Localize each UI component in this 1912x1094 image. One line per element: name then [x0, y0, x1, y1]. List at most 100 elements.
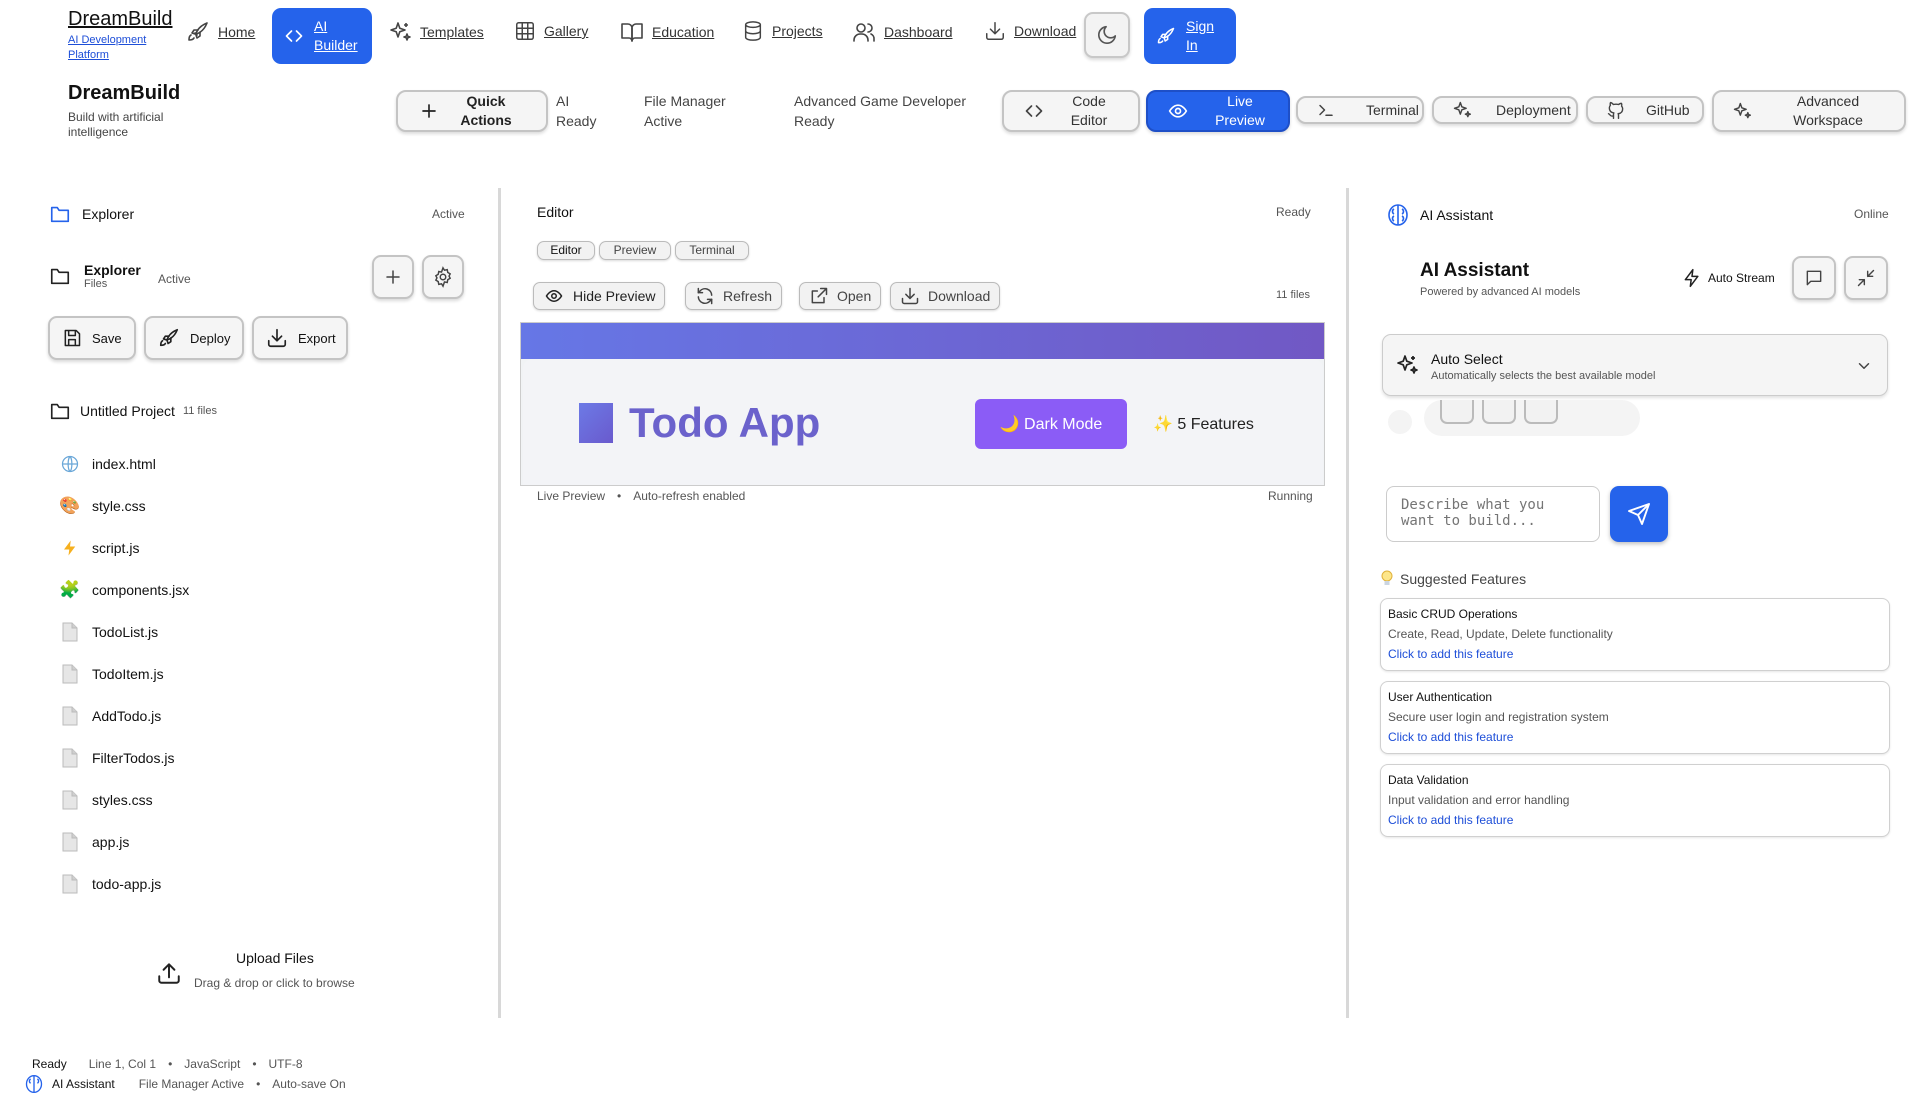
file-name: script.js	[92, 540, 140, 556]
upload-dropzone[interactable]: Upload Files Drag & drop or click to bro…	[156, 950, 406, 998]
code-editor-button[interactable]: Code Editor	[1002, 90, 1140, 132]
file-icon	[58, 746, 82, 770]
nav-projects[interactable]: Projects	[742, 20, 823, 42]
assistant-status: Online	[1854, 207, 1889, 221]
file-item[interactable]: TodoList.js	[58, 620, 158, 644]
ai-status-value: Ready	[556, 113, 597, 129]
separator-dot: •	[252, 1057, 257, 1071]
chat-icon	[1804, 268, 1824, 288]
status-file-manager: File Manager Active	[138, 1077, 245, 1091]
status-position: Line 1, Col 1	[88, 1057, 157, 1071]
hide-preview-button[interactable]: Hide Preview	[533, 282, 666, 310]
assistant-title: AI Assistant	[1420, 207, 1494, 223]
new-file-button[interactable]	[372, 255, 414, 299]
file-item[interactable]: FilterTodos.js	[58, 746, 174, 770]
feature-card[interactable]: Data Validation Input validation and err…	[1380, 764, 1890, 837]
file-name: TodoItem.js	[92, 666, 164, 682]
file-item[interactable]: app.js	[58, 830, 129, 854]
feature-title: User Authentication	[1388, 690, 1493, 704]
eye-icon	[543, 287, 565, 305]
deployment-button[interactable]: Deployment	[1432, 96, 1578, 124]
tab-terminal[interactable]: Terminal	[675, 241, 749, 260]
editor-status: Ready	[1276, 205, 1311, 219]
preview-footer-mid: Auto-refresh enabled	[633, 489, 746, 503]
export-button[interactable]: Export	[252, 316, 348, 360]
live-preview-button[interactable]: Live Preview	[1146, 90, 1290, 132]
preview-download-button[interactable]: Download	[890, 282, 1001, 310]
workspace-header: DreamBuild Build with artificial intelli…	[68, 82, 188, 140]
feature-cta[interactable]: Click to add this feature	[1388, 730, 1889, 744]
file-icon	[58, 662, 82, 686]
project-header[interactable]: Untitled Project 11 files	[48, 400, 217, 422]
send-button[interactable]	[1610, 486, 1668, 542]
brand-title[interactable]: DreamBuild	[68, 8, 172, 31]
auto-stream-toggle[interactable]: Auto Stream	[1682, 267, 1775, 289]
tab-editor[interactable]: Editor	[537, 241, 595, 260]
file-name: todo-app.js	[92, 876, 162, 892]
message-action-button[interactable]	[1524, 400, 1558, 424]
prompt-input[interactable]	[1386, 486, 1600, 542]
refresh-button[interactable]: Refresh	[685, 282, 783, 310]
feature-card[interactable]: User Authentication Secure user login an…	[1380, 681, 1890, 754]
globe-icon	[58, 452, 82, 476]
file-item[interactable]: 🧩 components.jsx	[58, 578, 189, 602]
project-name: Untitled Project	[80, 403, 175, 419]
dark-mode-button[interactable]: 🌙 Dark Mode	[975, 399, 1127, 449]
refresh-label: Refresh	[723, 288, 773, 304]
file-item[interactable]: index.html	[58, 452, 156, 476]
brand[interactable]: DreamBuild AI Development Platform	[68, 8, 172, 63]
panel-resize-handle-left[interactable]	[498, 188, 501, 1018]
nav-home[interactable]: Home	[186, 20, 255, 44]
file-item[interactable]: 🎨 style.css	[58, 494, 145, 518]
live-preview-label: Live Preview	[1215, 93, 1265, 128]
save-button[interactable]: Save	[48, 316, 136, 360]
github-button[interactable]: GitHub	[1586, 96, 1704, 124]
nav-templates[interactable]: Templates	[388, 20, 484, 44]
message-action-button[interactable]	[1440, 400, 1474, 424]
status-ready: Ready	[32, 1057, 67, 1071]
preview-footer-left: Live Preview	[537, 489, 606, 503]
brand-subtitle[interactable]: AI Development Platform	[68, 33, 168, 63]
feature-cta[interactable]: Click to add this feature	[1388, 647, 1889, 661]
file-item[interactable]: todo-app.js	[58, 872, 161, 896]
nav-ai-builder[interactable]: AI Builder	[272, 8, 372, 64]
nav-education[interactable]: Education	[620, 20, 714, 44]
status-assistant[interactable]: AI Assistant	[52, 1077, 115, 1091]
advanced-workspace-button[interactable]: Advanced Workspace	[1712, 90, 1906, 132]
brain-icon	[1386, 203, 1410, 227]
minimize-button[interactable]	[1844, 256, 1888, 300]
chat-button[interactable]	[1792, 256, 1836, 300]
open-label: Open	[837, 288, 872, 304]
model-select[interactable]: Auto Select Automatically selects the be…	[1382, 334, 1888, 396]
feature-card[interactable]: Basic CRUD Operations Create, Read, Upda…	[1380, 598, 1890, 671]
feature-cta[interactable]: Click to add this feature	[1388, 813, 1889, 827]
model-subtitle: Automatically selects the best available…	[1431, 370, 1656, 382]
terminal-button[interactable]: Terminal	[1296, 96, 1424, 124]
file-item[interactable]: script.js	[58, 536, 139, 560]
separator-dot: •	[256, 1077, 261, 1091]
sign-in-button[interactable]: Sign In	[1144, 8, 1236, 64]
database-icon	[742, 20, 764, 42]
tab-preview[interactable]: Preview	[599, 241, 671, 260]
message-action-button[interactable]	[1482, 400, 1516, 424]
nav-download[interactable]: Download	[984, 20, 1076, 42]
terminal-label: Terminal	[1366, 101, 1419, 118]
deploy-button[interactable]: Deploy	[144, 316, 244, 360]
sparkles-icon	[1732, 101, 1752, 121]
quick-actions-button[interactable]: Quick Actions	[396, 90, 548, 132]
assistant-powered: Powered by advanced AI models	[1420, 286, 1581, 298]
explorer-sub-title: Explorer	[84, 262, 141, 278]
theme-toggle-button[interactable]	[1084, 12, 1130, 58]
file-item[interactable]: styles.css	[58, 788, 153, 812]
settings-button[interactable]	[422, 255, 464, 299]
open-button[interactable]: Open	[799, 282, 882, 310]
file-item[interactable]: TodoItem.js	[58, 662, 164, 686]
nav-dashboard[interactable]: Dashboard	[852, 20, 953, 44]
nav-gallery[interactable]: Gallery	[514, 20, 588, 42]
explorer-header: Explorer	[48, 203, 134, 225]
file-icon	[58, 830, 82, 854]
preview-header-band	[521, 323, 1324, 359]
panel-resize-handle-right[interactable]	[1346, 188, 1349, 1018]
live-preview-frame[interactable]: Todo App 🌙 Dark Mode ✨ 5 Features	[520, 322, 1325, 486]
file-item[interactable]: AddTodo.js	[58, 704, 161, 728]
